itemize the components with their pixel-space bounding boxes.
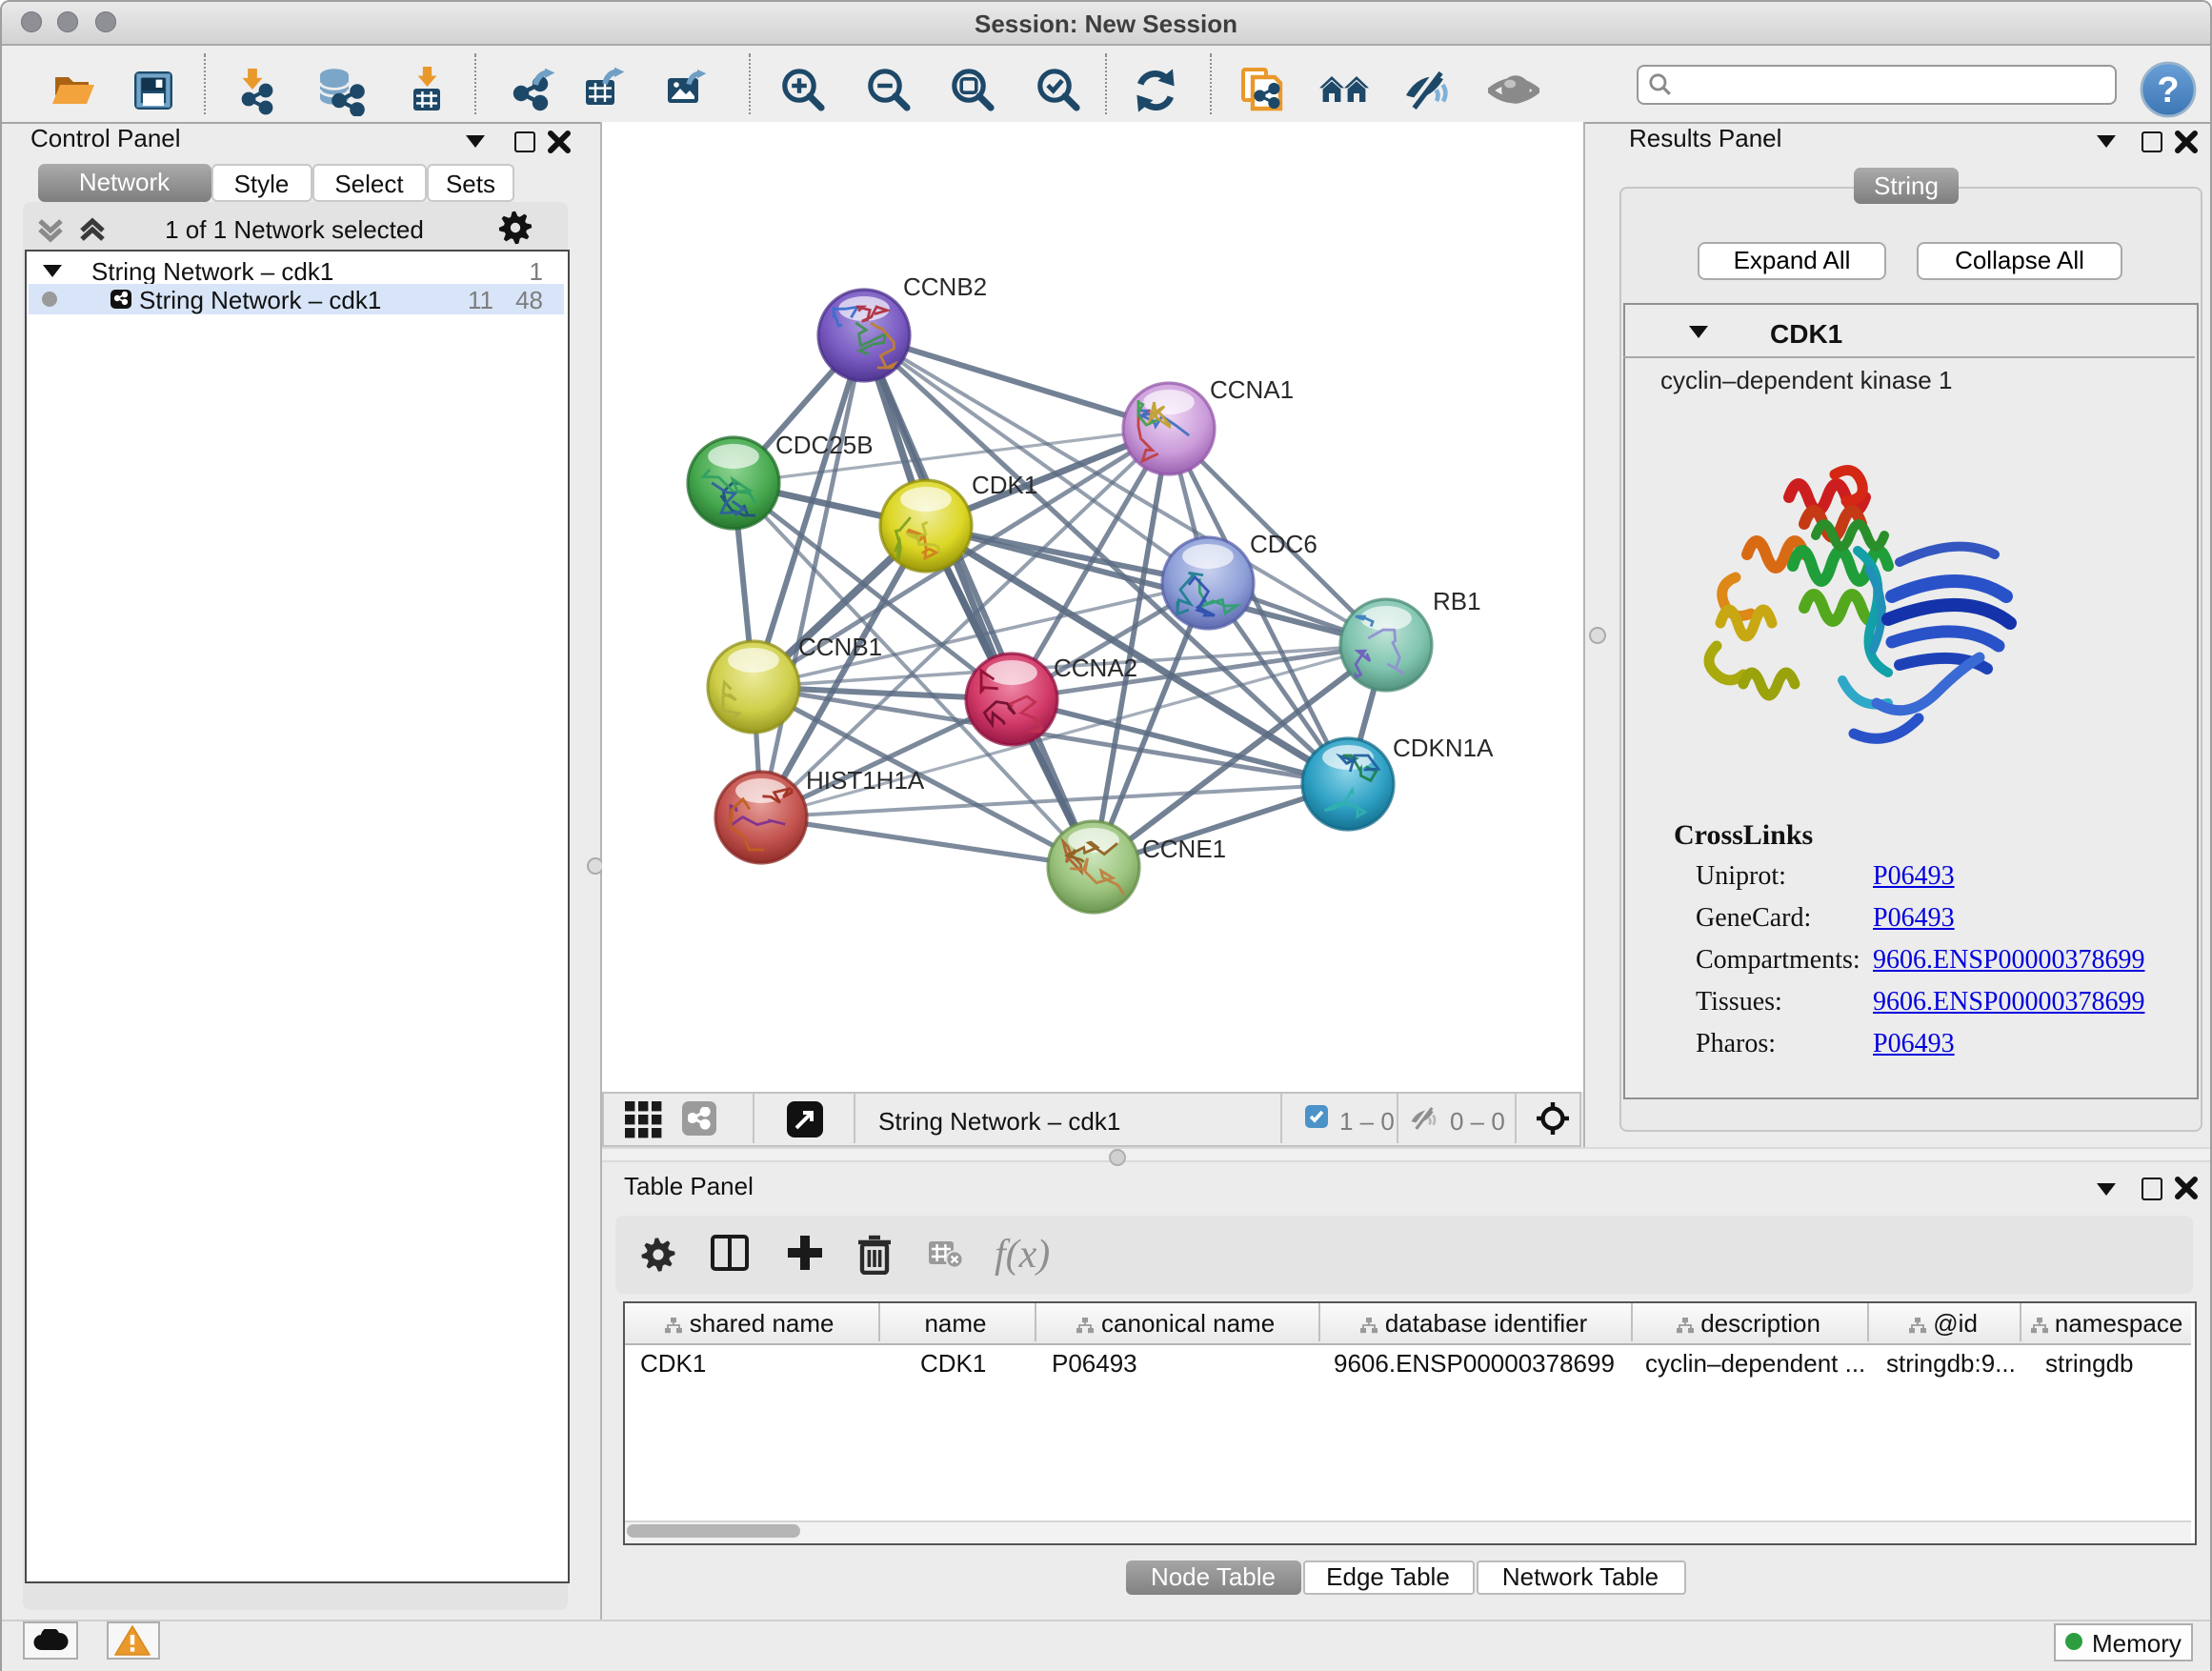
svg-text:?: ? <box>2157 70 2179 111</box>
